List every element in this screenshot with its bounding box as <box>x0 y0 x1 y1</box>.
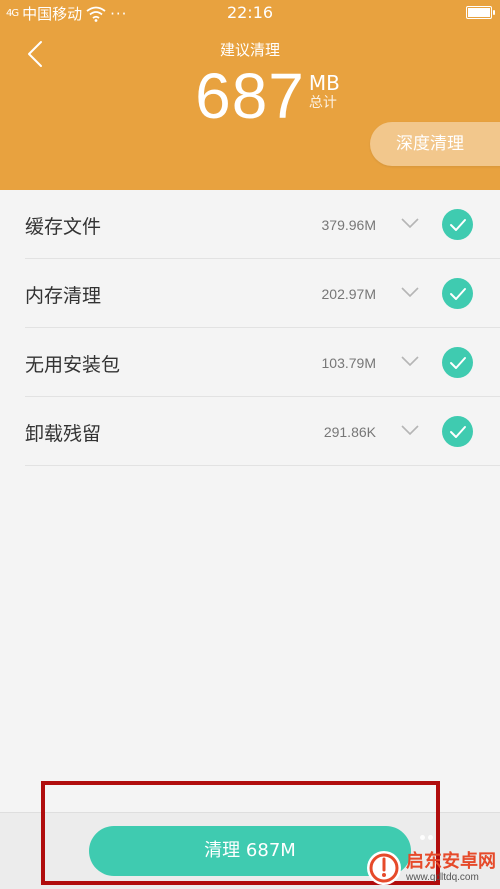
item-size: 202.97M <box>321 286 376 302</box>
list-item[interactable]: 内存清理 202.97M <box>25 259 500 328</box>
item-size: 291.86K <box>323 424 376 440</box>
watermark: 启东安卓网 www.qdltdq.com <box>367 851 496 885</box>
check-icon[interactable] <box>442 347 473 378</box>
item-label: 内存清理 <box>25 285 102 307</box>
item-size: 379.96M <box>321 217 376 233</box>
item-size: 103.79M <box>321 355 376 371</box>
status-bar: 4G 中国移动 ··· 22:16 <box>0 0 500 28</box>
deep-clean-button[interactable]: 深度清理 <box>370 122 500 166</box>
item-label: 无用安装包 <box>25 354 121 376</box>
item-label: 卸载残留 <box>25 423 102 445</box>
list-item[interactable]: 卸载残留 291.86K <box>25 397 500 466</box>
chevron-down-icon[interactable] <box>400 423 420 437</box>
cleanup-list: 缓存文件 379.96M 内存清理 202.97M 无用安装包 103.79M <box>0 190 500 466</box>
total-size: 687 MB 总计 <box>0 64 500 128</box>
battery-icon <box>466 6 495 19</box>
check-icon[interactable] <box>442 416 473 447</box>
status-time: 22:16 <box>226 3 274 22</box>
total-size-unit: MB <box>308 71 340 95</box>
watermark-logo-icon <box>367 851 401 885</box>
list-item[interactable]: 无用安装包 103.79M <box>25 328 500 397</box>
chevron-down-icon[interactable] <box>400 285 420 299</box>
header: 4G 中国移动 ··· 22:16 建议清理 687 MB 总计 深度清理 <box>0 0 500 190</box>
total-size-value: 687 <box>195 60 305 132</box>
list-item[interactable]: 缓存文件 379.96M <box>25 190 500 259</box>
page-title: 建议清理 <box>219 41 280 59</box>
check-icon[interactable] <box>442 278 473 309</box>
watermark-url: www.qdltdq.com <box>406 872 479 883</box>
total-size-label: 总计 <box>308 95 337 111</box>
check-icon[interactable] <box>442 209 473 240</box>
screen: 4G 中国移动 ··· 22:16 建议清理 687 MB 总计 深度清理 缓存… <box>0 0 500 889</box>
item-label: 缓存文件 <box>25 216 102 238</box>
chevron-down-icon[interactable] <box>400 216 420 230</box>
watermark-name: 启东安卓网 <box>406 851 496 872</box>
chevron-down-icon[interactable] <box>400 354 420 368</box>
clean-button[interactable]: 清理 687M <box>89 826 411 876</box>
more-dots-icon <box>420 835 433 840</box>
